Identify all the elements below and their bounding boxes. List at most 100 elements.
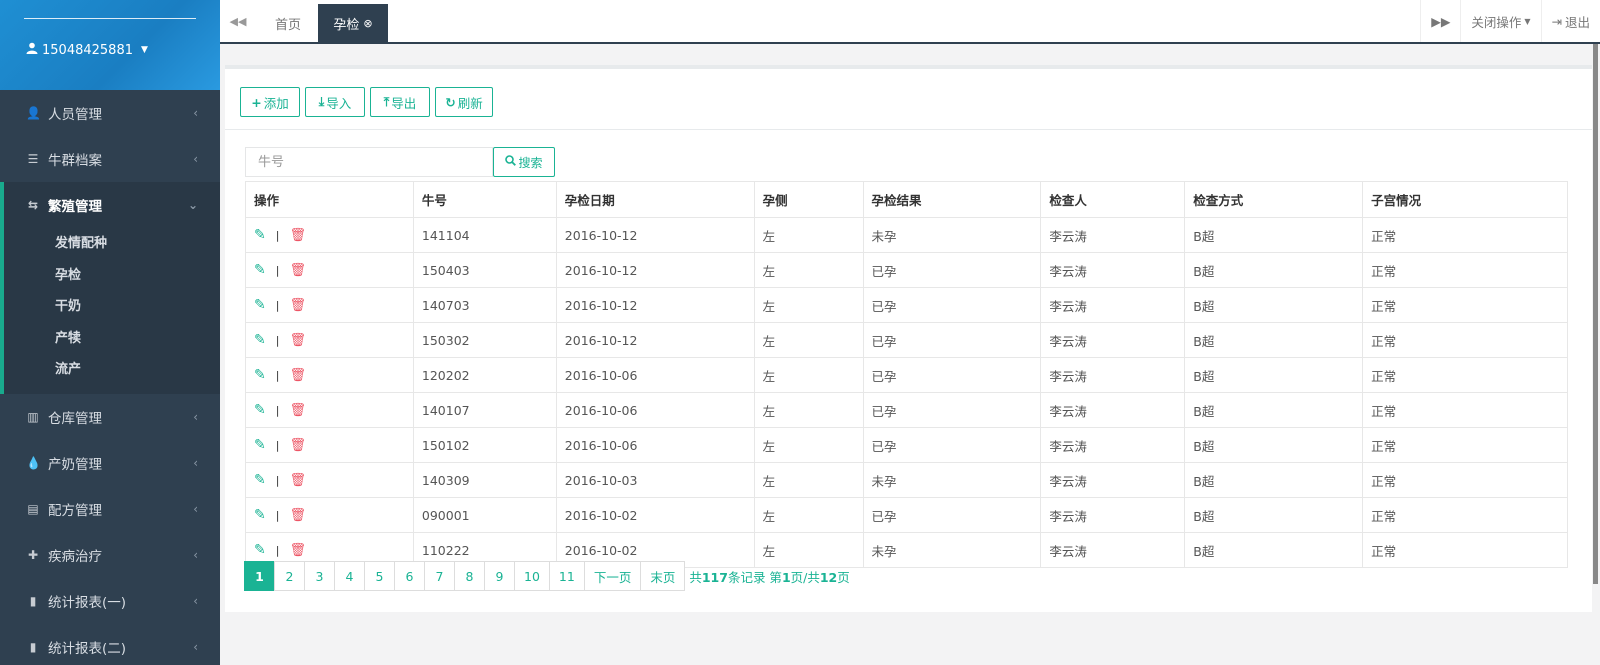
content-panel: + 添加 ⤓ 导入 ⤒ 导出 ↻ 刷新 搜索 操作牛号孕检日期孕侧孕 — [225, 65, 1592, 612]
refresh-button[interactable]: ↻ 刷新 — [435, 87, 493, 117]
column-header[interactable]: 检查方式 — [1184, 181, 1364, 218]
submenu-item[interactable]: 干奶 — [4, 291, 220, 323]
column-header[interactable]: 牛号 — [412, 181, 557, 218]
table-cell: 已孕 — [862, 427, 1042, 463]
pencil-icon[interactable]: ✎ — [254, 402, 266, 418]
list-icon: ☰ — [27, 152, 39, 166]
row-actions: ✎ | 🗑 — [254, 507, 405, 523]
submenu-item[interactable]: 发情配种 — [4, 228, 220, 260]
pencil-icon[interactable]: ✎ — [254, 437, 266, 453]
table-cell: 2016-10-06 — [555, 427, 755, 463]
sidebar-item-stats[interactable]: ▮ 统计报表(一) ‹ — [0, 578, 220, 624]
tab-pregnancy-check[interactable]: 孕检 ⊗ — [318, 4, 388, 42]
sidebar-item-breeding[interactable]: ⇆ 繁殖管理 ⌄ — [4, 182, 220, 228]
action-separator: | — [275, 543, 280, 557]
pencil-icon[interactable]: ✎ — [254, 297, 266, 313]
column-header[interactable]: 孕检日期 — [555, 181, 755, 218]
import-button[interactable]: ⤓ 导入 — [305, 87, 365, 117]
pencil-icon[interactable]: ✎ — [254, 227, 266, 243]
page-link-11[interactable]: 11 — [548, 561, 585, 591]
trash-icon[interactable]: 🗑 — [289, 438, 306, 453]
close-ops-dropdown[interactable]: 关闭操作 ▼ — [1460, 0, 1540, 42]
page-link-5[interactable]: 5 — [364, 561, 395, 591]
column-header[interactable]: 检查人 — [1040, 181, 1186, 218]
sidebar-item-user[interactable]: 👤 人员管理 ‹ — [0, 90, 220, 136]
trash-icon[interactable]: 🗑 — [289, 403, 306, 418]
submenu-item[interactable]: 产犊 — [4, 323, 220, 355]
table-cell: 正常 — [1362, 322, 1568, 358]
column-header[interactable]: 子宫情况 — [1362, 181, 1568, 218]
trash-icon[interactable]: 🗑 — [289, 298, 306, 313]
column-header[interactable]: 孕侧 — [753, 181, 864, 218]
pencil-icon[interactable]: ✎ — [254, 472, 266, 488]
page-link-9[interactable]: 9 — [484, 561, 515, 591]
page-link-10[interactable]: 10 — [514, 561, 550, 591]
logout-label: 退出 — [1564, 14, 1590, 30]
sidebar-item-medicine[interactable]: ✚ 疾病治疗 ‹ — [0, 532, 220, 578]
table-cell: 140309 — [412, 462, 557, 498]
row-actions: ✎ | 🗑 — [254, 472, 405, 488]
page-link-1[interactable]: 1 — [244, 561, 275, 591]
sidebar-item-document[interactable]: ▤ 配方管理 ‹ — [0, 486, 220, 532]
user-menu[interactable]: 15048425881 ▼ — [26, 42, 148, 58]
pencil-icon[interactable]: ✎ — [254, 262, 266, 278]
sidebar-item-stats[interactable]: ▮ 统计报表(二) ‹ — [0, 624, 220, 665]
action-separator: | — [275, 403, 280, 417]
chevron-left-icon: ‹ — [193, 639, 198, 654]
table-cell: 已孕 — [862, 497, 1042, 533]
tab-home[interactable]: 首页 — [260, 4, 316, 42]
pencil-icon[interactable]: ✎ — [254, 507, 266, 523]
page-link-2[interactable]: 2 — [274, 561, 305, 591]
export-button[interactable]: ⤒ 导出 — [370, 87, 430, 117]
close-icon[interactable]: ⊗ — [363, 17, 372, 30]
submenu-item[interactable]: 孕检 — [4, 260, 220, 292]
import-label: 导入 — [326, 95, 352, 111]
page-link-6[interactable]: 6 — [394, 561, 425, 591]
trash-icon[interactable]: 🗑 — [289, 473, 306, 488]
submenu-item[interactable]: 流产 — [4, 354, 220, 386]
table-cell: 未孕 — [862, 462, 1042, 498]
scrollbar[interactable] — [1593, 44, 1598, 584]
sidebar-group-breeding: ⇆ 繁殖管理 ⌄ 发情配种 孕检 干奶 产犊 流产 — [0, 182, 220, 394]
table-cell: 李云涛 — [1040, 427, 1186, 463]
sidebar-item-bar-chart[interactable]: ▥ 仓库管理 ‹ — [0, 394, 220, 440]
trash-icon[interactable]: 🗑 — [289, 333, 306, 348]
sidebar-item-droplet[interactable]: 💧 产奶管理 ‹ — [0, 440, 220, 486]
column-header[interactable]: 操作 — [245, 181, 414, 218]
page-link-8[interactable]: 8 — [454, 561, 485, 591]
trash-icon[interactable]: 🗑 — [289, 263, 306, 278]
row-actions-cell: ✎ | 🗑 — [245, 287, 414, 323]
stats-icon: ▮ — [29, 593, 37, 608]
page-link-7[interactable]: 7 — [424, 561, 455, 591]
sidebar-item-list[interactable]: ☰ 牛群档案 ‹ — [0, 136, 220, 182]
sidebar-item-label: 统计报表(二) — [48, 640, 127, 657]
search-bar: 搜索 — [245, 147, 555, 177]
table-cell: 2016-10-12 — [555, 252, 755, 288]
page-link-4[interactable]: 4 — [334, 561, 365, 591]
logout-button[interactable]: ⇥ 退出 — [1540, 0, 1600, 42]
last-page-link[interactable]: 末页 — [640, 561, 686, 591]
table-cell: 140107 — [412, 392, 557, 428]
tab-scroll-left-button[interactable]: ◀◀ — [220, 0, 256, 42]
refresh-label: 刷新 — [457, 95, 483, 111]
search-input[interactable] — [245, 147, 493, 177]
search-button[interactable]: 搜索 — [493, 147, 555, 177]
next-page-link[interactable]: 下一页 — [583, 561, 642, 591]
table-cell: 已孕 — [862, 357, 1042, 393]
pencil-icon[interactable]: ✎ — [254, 332, 266, 348]
trash-icon[interactable]: 🗑 — [289, 228, 306, 243]
trash-icon[interactable]: 🗑 — [289, 368, 306, 383]
sidebar-menu: 👤 人员管理 ‹ ☰ 牛群档案 ‹ — [0, 90, 220, 182]
pencil-icon[interactable]: ✎ — [254, 542, 266, 558]
tab-scroll-right-button[interactable]: ▶▶ — [1420, 0, 1460, 42]
column-header[interactable]: 孕检结果 — [862, 181, 1042, 218]
table-cell: 140703 — [412, 287, 557, 323]
chevron-left-icon: ‹ — [193, 455, 198, 470]
add-button[interactable]: + 添加 — [240, 87, 300, 117]
medicine-icon: ✚ — [27, 547, 39, 562]
page-link-3[interactable]: 3 — [304, 561, 335, 591]
row-actions: ✎ | 🗑 — [254, 262, 405, 278]
trash-icon[interactable]: 🗑 — [289, 543, 306, 558]
trash-icon[interactable]: 🗑 — [289, 508, 306, 523]
pencil-icon[interactable]: ✎ — [254, 367, 266, 383]
